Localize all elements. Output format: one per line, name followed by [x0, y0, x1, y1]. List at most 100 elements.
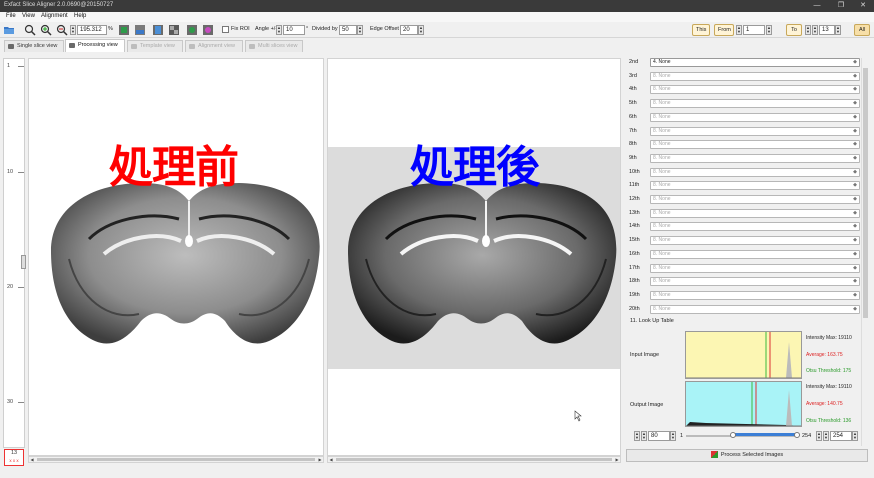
- menu-file[interactable]: File: [6, 13, 16, 19]
- order-row: 3rd 8. None ◆: [628, 70, 860, 84]
- menu-help[interactable]: Help: [74, 13, 86, 19]
- zoom-out-icon[interactable]: [56, 24, 68, 36]
- process-selected-images-button[interactable]: Process Selected Images: [626, 449, 868, 462]
- input-image-label: Input Image: [630, 352, 660, 358]
- row-label: 14th: [629, 223, 640, 230]
- tab-processing[interactable]: Processing view: [65, 39, 125, 52]
- order-select[interactable]: 8. None ◆: [650, 167, 860, 177]
- order-row: 7th 8. None ◆: [628, 125, 860, 139]
- to-step-2[interactable]: ▲ ▼: [835, 25, 841, 35]
- order-select[interactable]: 8. None ◆: [650, 290, 860, 300]
- zoom-spinner[interactable]: ▲ ▼: [70, 25, 76, 35]
- from-button[interactable]: From: [714, 24, 734, 36]
- order-select[interactable]: 8. None ◆: [650, 195, 860, 204]
- order-row: 11th 8. None ◆: [628, 179, 860, 193]
- from-field[interactable]: 1: [743, 25, 765, 35]
- current-slice-indicator[interactable]: 13 x x x: [4, 449, 24, 466]
- order-select[interactable]: 8. None ◆: [650, 126, 860, 136]
- before-hscroll[interactable]: ◀ ▶: [28, 456, 324, 463]
- order-select[interactable]: 4. None ◆: [650, 58, 860, 67]
- maximize-button[interactable]: ❐: [830, 1, 852, 11]
- lut-high-field[interactable]: 254: [830, 431, 852, 441]
- fix-roi-checkbox[interactable]: [222, 26, 229, 33]
- align-tool-5-icon[interactable]: [186, 24, 198, 36]
- align-tool-4-icon[interactable]: [168, 24, 180, 36]
- from-spinner[interactable]: ▲ ▼: [736, 25, 742, 35]
- order-select[interactable]: 8. None ◆: [650, 222, 860, 232]
- angle-field[interactable]: 10: [283, 25, 305, 35]
- order-select[interactable]: 8. None ◆: [650, 277, 860, 287]
- to-spinner[interactable]: ▲ ▼: [805, 25, 811, 35]
- close-button[interactable]: ✕: [852, 1, 874, 11]
- edge-offset-spinner[interactable]: ▲ ▼: [418, 25, 424, 35]
- menu-view[interactable]: View: [22, 13, 35, 19]
- lut-high-spinner[interactable]: ▲ ▼: [823, 431, 829, 441]
- tab-template[interactable]: Template view: [127, 40, 183, 52]
- order-select[interactable]: 8. None ◆: [650, 153, 860, 163]
- to-button[interactable]: To: [786, 24, 802, 36]
- input-histogram[interactable]: [685, 331, 802, 379]
- ruler-tick: [18, 66, 24, 67]
- scroll-left-icon[interactable]: ◀: [29, 457, 35, 462]
- order-select[interactable]: 8. None ◆: [650, 263, 860, 273]
- process-icon: [710, 451, 718, 459]
- ruler-slider-thumb[interactable]: [21, 255, 26, 269]
- tab-multi-slices[interactable]: Multi slices view: [245, 40, 303, 52]
- order-select[interactable]: 8. None ◆: [650, 236, 860, 246]
- before-view[interactable]: 処理前: [28, 58, 324, 456]
- scroll-thumb[interactable]: [37, 458, 315, 461]
- order-select[interactable]: 8. None ◆: [650, 112, 860, 122]
- tab-alignment[interactable]: Alignment view: [185, 40, 243, 52]
- lut-low-step[interactable]: ▲ ▼: [634, 431, 640, 441]
- output-image-label: Output Image: [630, 402, 664, 408]
- zoom-fit-icon[interactable]: [24, 24, 36, 36]
- order-select[interactable]: 8. None ◆: [650, 99, 860, 109]
- all-button[interactable]: All: [854, 24, 870, 36]
- order-select[interactable]: 8. None ◆: [650, 140, 860, 150]
- zoom-in-icon[interactable]: [40, 24, 52, 36]
- scroll-left-icon[interactable]: ◀: [328, 457, 334, 462]
- order-select[interactable]: 8. None ◆: [650, 249, 860, 259]
- align-tool-6-icon[interactable]: [202, 24, 214, 36]
- lut-high-step[interactable]: ▲ ▼: [816, 431, 822, 441]
- zoom-field[interactable]: 195.312: [77, 25, 107, 35]
- lut-low-step-2[interactable]: ▲ ▼: [670, 431, 676, 441]
- order-select[interactable]: 8. None ◆: [650, 71, 860, 81]
- open-folder-icon[interactable]: [3, 24, 15, 36]
- order-select[interactable]: 8. None ◆: [650, 304, 860, 314]
- lut-high-step-2[interactable]: ▲ ▼: [852, 431, 858, 441]
- output-histogram[interactable]: [685, 381, 802, 427]
- tab-label: Single slice view: [17, 43, 58, 49]
- menu-alignment[interactable]: Alignment: [41, 13, 68, 19]
- lut-range-thumb-high[interactable]: [794, 432, 800, 438]
- align-tool-2-icon[interactable]: [134, 24, 146, 36]
- order-select[interactable]: 8. None ◆: [650, 208, 860, 218]
- process-button-label: Process Selected Images: [720, 452, 784, 458]
- divided-by-field[interactable]: 50: [339, 25, 357, 35]
- scroll-right-icon[interactable]: ▶: [317, 457, 323, 462]
- to-step[interactable]: ▲ ▼: [812, 25, 818, 35]
- align-tool-1-icon[interactable]: [118, 24, 130, 36]
- slice-ruler[interactable]: 1 10 20 30: [3, 58, 26, 448]
- minimize-button[interactable]: —: [806, 1, 828, 11]
- after-view[interactable]: 処理後: [327, 58, 621, 456]
- scroll-thumb[interactable]: [336, 458, 612, 461]
- lut-range-thumb-low[interactable]: [730, 432, 736, 438]
- lut-low-spinner[interactable]: ▲ ▼: [641, 431, 647, 441]
- lut-low-field[interactable]: 80: [648, 431, 670, 441]
- scroll-right-icon[interactable]: ▶: [614, 457, 620, 462]
- align-tool-3-icon[interactable]: [152, 24, 164, 36]
- order-select[interactable]: 8. None ◆: [650, 181, 860, 191]
- divided-by-spinner[interactable]: ▲ ▼: [357, 25, 363, 35]
- angle-spinner[interactable]: ▲ ▼: [276, 25, 282, 35]
- after-hscroll[interactable]: ◀ ▶: [327, 456, 621, 463]
- order-select[interactable]: 8. None ◆: [650, 85, 860, 95]
- this-button[interactable]: This: [692, 24, 710, 36]
- lut-max-label: 254: [802, 433, 812, 439]
- tab-single-slice[interactable]: Single slice view: [4, 40, 64, 52]
- panel-vscroll[interactable]: [861, 58, 868, 446]
- scroll-thumb[interactable]: [863, 68, 868, 318]
- to-field[interactable]: 13: [819, 25, 835, 35]
- edge-offset-field[interactable]: 20: [400, 25, 418, 35]
- from-step[interactable]: ▲ ▼: [766, 25, 772, 35]
